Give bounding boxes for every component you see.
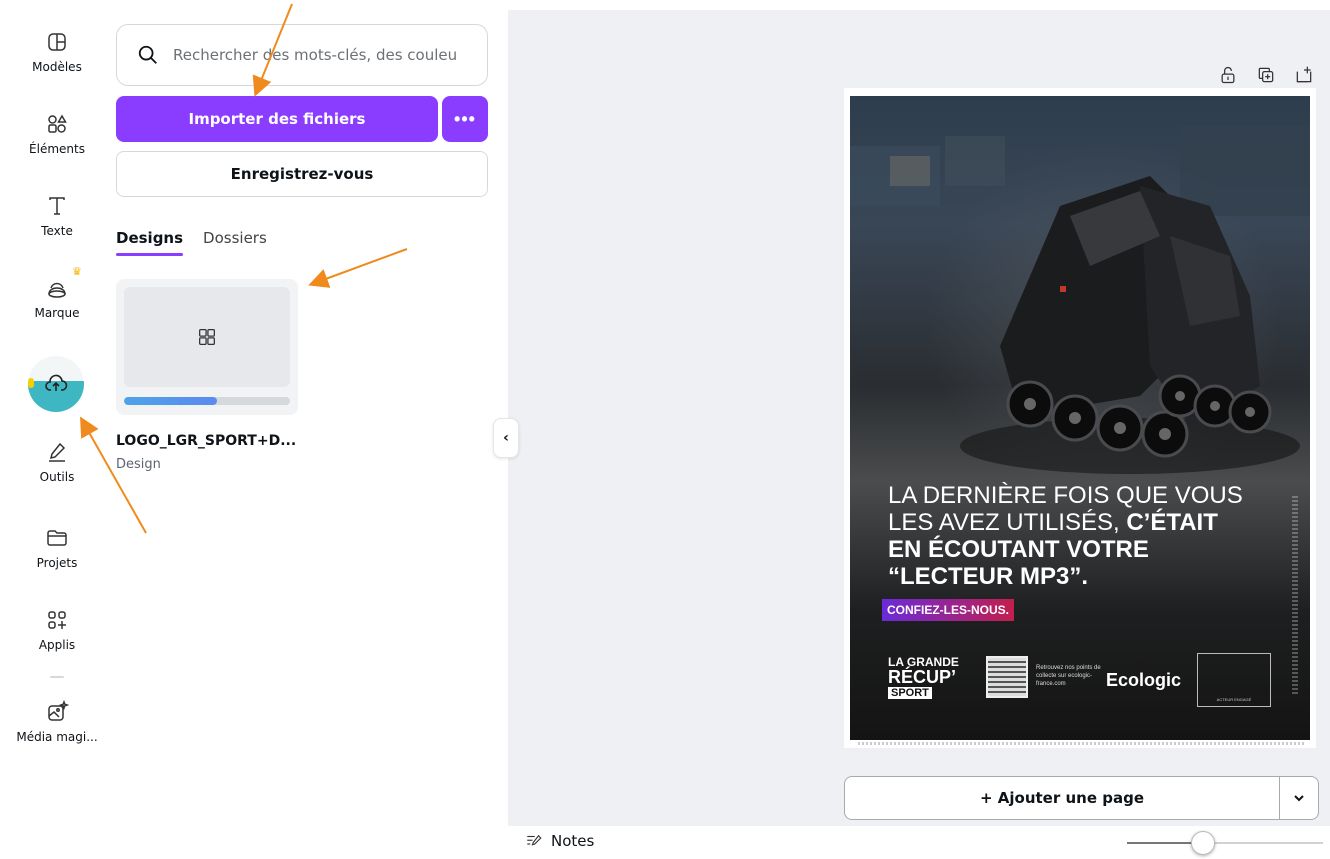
duplicate-page-button[interactable] <box>1256 65 1276 85</box>
upload-progress-bar <box>124 397 290 405</box>
add-page-icon <box>1296 66 1312 83</box>
headline-line-2b: C’ÉTAIT <box>1126 509 1218 536</box>
headline-line-4: “LECTEUR MP3”. <box>888 563 1089 590</box>
notification-dot <box>28 378 34 388</box>
legal-text-vertical <box>1292 496 1298 696</box>
logo-line-3: SPORT <box>888 687 932 699</box>
layout-icon <box>48 33 66 51</box>
rail-label: Projets <box>36 556 78 570</box>
add-page-icon-button[interactable] <box>1294 65 1314 85</box>
rail-item-media-magique[interactable]: Média magi... <box>0 700 114 744</box>
rail-item-modeles[interactable]: Modèles <box>0 30 114 74</box>
folder-icon <box>47 530 67 546</box>
rail-label: Outils <box>39 470 75 484</box>
headline-line-2: LES AVEZ UTILISÉS, C’ÉTAIT <box>888 509 1278 536</box>
lock-icon <box>1221 66 1235 84</box>
search-input[interactable] <box>173 46 473 64</box>
search-icon <box>138 45 157 64</box>
shapes-icon <box>48 114 67 133</box>
poster-headline: LA DERNIÈRE FOIS QUE VOUS LES AVEZ UTILI… <box>888 482 1278 590</box>
draw-icon <box>49 442 66 462</box>
duplicate-icon <box>1258 67 1274 83</box>
logo-line-2: RÉCUP’ <box>888 667 957 687</box>
tab-designs[interactable]: Designs <box>116 229 184 256</box>
uploads-panel: Importer des fichiers ••• Enregistrez-vo… <box>114 0 500 859</box>
search-box[interactable] <box>116 24 488 86</box>
add-page-dropdown[interactable] <box>1279 776 1319 820</box>
design-card[interactable] <box>116 279 298 415</box>
notes-icon <box>527 834 542 846</box>
panel-tabs: Designs Dossiers <box>116 229 267 256</box>
chevron-down-icon <box>1294 795 1304 802</box>
poster-badge: CONFIEZ-LES-NOUS. <box>882 599 1014 621</box>
page-toolbar <box>1218 65 1314 85</box>
engaged-label: ACTEUR ENGAGÉ <box>1216 697 1252 702</box>
collapse-panel-button[interactable]: ‹ <box>493 418 519 458</box>
rail-label: Éléments <box>29 142 85 156</box>
cloud-upload-icon <box>45 374 68 391</box>
design-thumbnail <box>124 287 290 387</box>
poster-artwork[interactable]: LA DERNIÈRE FOIS QUE VOUS LES AVEZ UTILI… <box>850 96 1310 740</box>
rail-item-texte[interactable]: Texte <box>0 194 114 238</box>
import-files-button[interactable]: Importer des fichiers <box>116 96 438 142</box>
design-type: Design <box>116 457 161 472</box>
rail-item-projets[interactable]: Projets <box>0 526 114 570</box>
brand-icon <box>48 282 66 298</box>
rail-divider <box>50 676 64 678</box>
rail-label: Modèles <box>32 60 82 74</box>
rail-item-marque[interactable]: Marque <box>0 276 114 320</box>
rail-item-outils[interactable]: Outils <box>0 440 114 484</box>
rail-label: Applis <box>38 638 76 652</box>
notes-label: Notes <box>551 832 595 850</box>
headline-line-3: EN ÉCOUTANT VOTRE <box>888 536 1149 563</box>
more-options-button[interactable]: ••• <box>442 96 488 142</box>
tab-dossiers[interactable]: Dossiers <box>203 229 267 256</box>
lock-button[interactable] <box>1218 65 1238 85</box>
design-name[interactable]: LOGO_LGR_SPORT+D... <box>116 433 296 449</box>
zoom-slider-track[interactable] <box>1127 842 1323 844</box>
rail-label: Marque <box>34 306 80 320</box>
headline-line-2a: LES AVEZ UTILISÉS, <box>888 509 1120 536</box>
rail-item-applis[interactable]: Applis <box>0 608 114 652</box>
chevron-left-icon: ‹ <box>503 430 509 446</box>
inline-skates-image <box>960 176 1300 474</box>
rail-item-uploads[interactable] <box>28 356 84 412</box>
qr-caption: Retrouvez nos points de collecte sur eco… <box>1036 665 1101 687</box>
rail-label: Texte <box>41 224 73 238</box>
upload-progress-fill <box>124 397 217 405</box>
page-footer-text <box>858 742 1304 745</box>
ecologic-logo: Ecologic <box>1106 670 1182 690</box>
rail-label: Média magi... <box>16 730 98 744</box>
add-page-button[interactable]: + Ajouter une page <box>844 776 1280 820</box>
rail-item-elements[interactable]: Éléments <box>0 112 114 156</box>
la-grande-recup-logo: LA GRANDE RÉCUP’ SPORT <box>888 656 959 699</box>
text-icon <box>49 197 65 215</box>
zoom-slider-handle[interactable] <box>1191 831 1215 855</box>
qr-code <box>986 656 1028 698</box>
design-placeholder-icon <box>199 329 215 345</box>
headline-line-1: LA DERNIÈRE FOIS QUE VOUS <box>888 482 1243 509</box>
magic-media-icon <box>48 700 69 721</box>
left-rail: Modèles Éléments Texte ♛ Marque Outils P… <box>0 0 114 859</box>
notes-button[interactable]: Notes <box>525 832 594 850</box>
engaged-box: ACTEUR ENGAGÉ <box>1197 653 1271 707</box>
apps-icon <box>48 611 66 629</box>
register-button[interactable]: Enregistrez-vous <box>116 151 488 197</box>
